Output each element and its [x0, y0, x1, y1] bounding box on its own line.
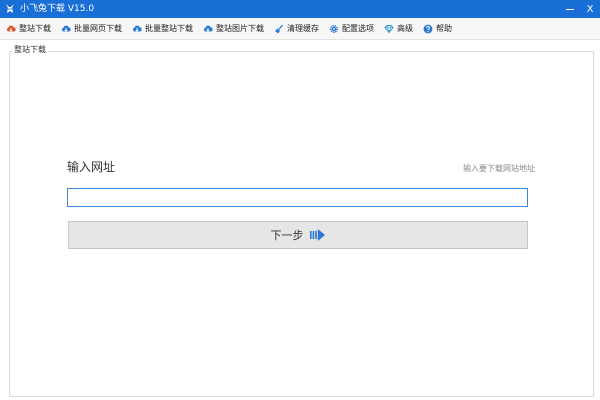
toolbar-label: 配置选项 — [342, 24, 374, 33]
toolbar-settings[interactable]: 配置选项 — [323, 18, 378, 39]
next-step-button[interactable]: 下一步 — [68, 221, 528, 249]
close-icon: X — [586, 3, 594, 15]
cloud-download-icon — [61, 24, 71, 34]
rabbit-logo-icon — [4, 3, 16, 15]
toolbar: 整站下载 批量网页下载 批量整站下载 整站图片下载 清理缓存 配置选项 高级 帮… — [0, 18, 600, 40]
toolbar-site-image-download[interactable]: 整站图片下载 — [197, 18, 268, 39]
cloud-download-icon — [203, 24, 213, 34]
url-hint: 输入要下载网站地址 — [463, 164, 535, 173]
help-icon — [423, 24, 433, 34]
toolbar-label: 整站下载 — [19, 24, 51, 33]
title-bar[interactable]: 小飞兔下载 V15.0 X — [0, 0, 600, 18]
toolbar-label: 整站图片下载 — [216, 24, 264, 33]
diamond-icon — [384, 24, 394, 34]
url-label: 输入网址 — [67, 160, 116, 174]
toolbar-batch-page-download[interactable]: 批量网页下载 — [55, 18, 126, 39]
toolbar-help[interactable]: 帮助 — [417, 18, 456, 39]
toolbar-label: 批量网页下载 — [74, 24, 122, 33]
cloud-download-icon — [132, 24, 142, 34]
toolbar-label: 帮助 — [436, 24, 452, 33]
toolbar-clear-cache[interactable]: 清理缓存 — [268, 18, 323, 39]
minimize-icon — [566, 8, 574, 10]
toolbar-site-download[interactable]: 整站下载 — [0, 18, 55, 39]
toolbar-label: 批量整站下载 — [145, 24, 193, 33]
close-button[interactable]: X — [580, 0, 600, 18]
toolbar-batch-site-download[interactable]: 批量整站下载 — [126, 18, 197, 39]
url-input[interactable] — [67, 188, 528, 207]
app-window: 小飞兔下载 V15.0 X 整站下载 批量网页下载 批量整站下载 整站图片下载 … — [0, 0, 600, 400]
minimize-button[interactable] — [560, 0, 580, 18]
group-title: 整站下载 — [12, 45, 48, 55]
gear-icon — [329, 24, 339, 34]
toolbar-label: 清理缓存 — [287, 24, 319, 33]
next-step-label: 下一步 — [270, 229, 304, 242]
window-title: 小飞兔下载 V15.0 — [20, 4, 95, 14]
arrow-right-icon — [309, 228, 326, 242]
broom-icon — [274, 24, 284, 34]
toolbar-advanced[interactable]: 高级 — [378, 18, 417, 39]
cloud-download-icon — [6, 24, 16, 34]
toolbar-label: 高级 — [397, 24, 413, 33]
